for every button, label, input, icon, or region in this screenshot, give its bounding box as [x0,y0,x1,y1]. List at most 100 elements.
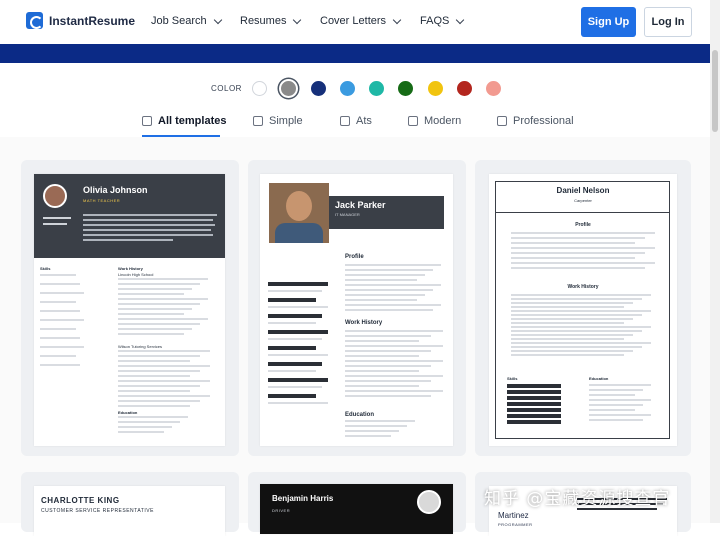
text-line [345,430,399,432]
nav-resumes[interactable]: Resumes [240,15,302,27]
text-line [345,395,431,397]
text-line [345,269,433,271]
tab-modern[interactable]: Modern [408,115,461,127]
text-line [118,426,172,428]
skill-bar [507,420,561,424]
template-card[interactable]: Benjamin Harris DRIVER [248,472,466,534]
nav-cover-letters-label: Cover Letters [320,15,387,27]
text-line [345,350,431,352]
color-swatch[interactable] [252,81,267,96]
text-line [511,257,635,259]
text-line [345,365,431,367]
chevron-down-icon [293,15,302,24]
template-card[interactable]: CHARLOTTE KING CUSTOMER SERVICE REPRESEN… [21,472,239,536]
tab-ats[interactable]: Ats [340,115,372,127]
text-line [345,284,441,286]
text-line [511,232,655,234]
job-title: Lincoln High School [118,272,154,277]
text-line [345,279,417,281]
text-line [268,306,328,308]
text-line [345,335,431,337]
text-line [83,224,215,226]
text-line [118,350,210,352]
text-line [118,283,200,285]
text-line [345,390,443,392]
text-line [345,294,425,296]
resume-preview: CHARLOTTE KING CUSTOMER SERVICE REPRESEN… [34,486,225,536]
skill-bar [507,414,561,418]
nav-cover-letters[interactable]: Cover Letters [320,15,402,27]
skill-bar [507,390,561,394]
scrollbar[interactable] [710,0,720,523]
tab-label: Professional [513,115,574,127]
tab-label: Simple [269,115,303,127]
template-card[interactable]: Olivia Johnson MATH TEACHER Skills Work … [21,160,239,456]
text-line [589,419,643,421]
tab-all-templates[interactable]: All templates [142,115,226,127]
avatar [417,490,441,514]
nav-job-search[interactable]: Job Search [151,15,222,27]
text-line [345,380,431,382]
brand-logo[interactable]: InstantResume [26,12,135,29]
template-card[interactable]: Daniel Nelson Carpenter Profile Work His… [475,160,691,456]
color-swatch[interactable] [311,81,326,96]
text-line [118,380,210,382]
color-swatch[interactable] [369,81,384,96]
text-line [345,264,441,266]
color-swatch[interactable] [398,81,413,96]
text-line [83,239,173,241]
text-line [118,355,200,357]
text-line [118,405,190,407]
text-line [511,346,642,348]
text-line [40,346,84,348]
text-line [40,292,84,294]
text-line [43,217,71,219]
text-line [118,318,208,320]
signup-button[interactable]: Sign Up [581,7,636,37]
login-button[interactable]: Log In [644,7,692,37]
color-swatch[interactable] [486,81,501,96]
text-line [268,338,322,340]
avatar [43,184,67,208]
skill-bar [507,396,561,400]
text-line [118,416,188,418]
skill-bar [507,408,561,412]
text-line [118,278,208,280]
skill-bar [268,330,328,334]
skill-bar [268,314,322,318]
text-line [118,333,184,335]
tab-label: Modern [424,115,462,127]
profile-photo [269,183,329,243]
section-heading: Work History [567,284,599,290]
section-heading: Work History [118,266,143,271]
color-swatch[interactable] [457,81,472,96]
text-line [268,290,322,292]
resume-role: MATH TEACHER [83,198,121,203]
tab-simple[interactable]: Simple [253,115,303,127]
template-card[interactable]: Jack Parker IT MANAGER Profile Work Hist… [248,160,466,456]
tab-professional[interactable]: Professional [497,115,574,127]
text-line [118,395,210,397]
color-swatch[interactable] [281,81,296,96]
text-line [118,360,190,362]
text-line [511,247,655,249]
text-line [118,303,200,305]
text-line [118,375,190,377]
text-line [589,394,635,396]
nav-faqs-label: FAQS [420,15,450,27]
resume-role: IT MANAGER [335,212,360,217]
text-line [118,400,200,402]
text-line [40,337,80,339]
resume-name: Olivia Johnson [83,185,148,195]
scrollbar-thumb[interactable] [712,50,718,132]
resume-preview: Olivia Johnson MATH TEACHER Skills Work … [34,174,225,446]
text-line [511,310,651,312]
color-swatch[interactable] [340,81,355,96]
resume-role: Carpenter [574,198,592,203]
layers-icon [253,116,263,126]
nav-faqs[interactable]: FAQS [420,15,465,27]
resume-preview: Jack Parker IT MANAGER Profile Work Hist… [260,174,453,446]
skill-bar [507,384,561,388]
skill-bar [268,298,316,302]
color-swatch[interactable] [428,81,443,96]
